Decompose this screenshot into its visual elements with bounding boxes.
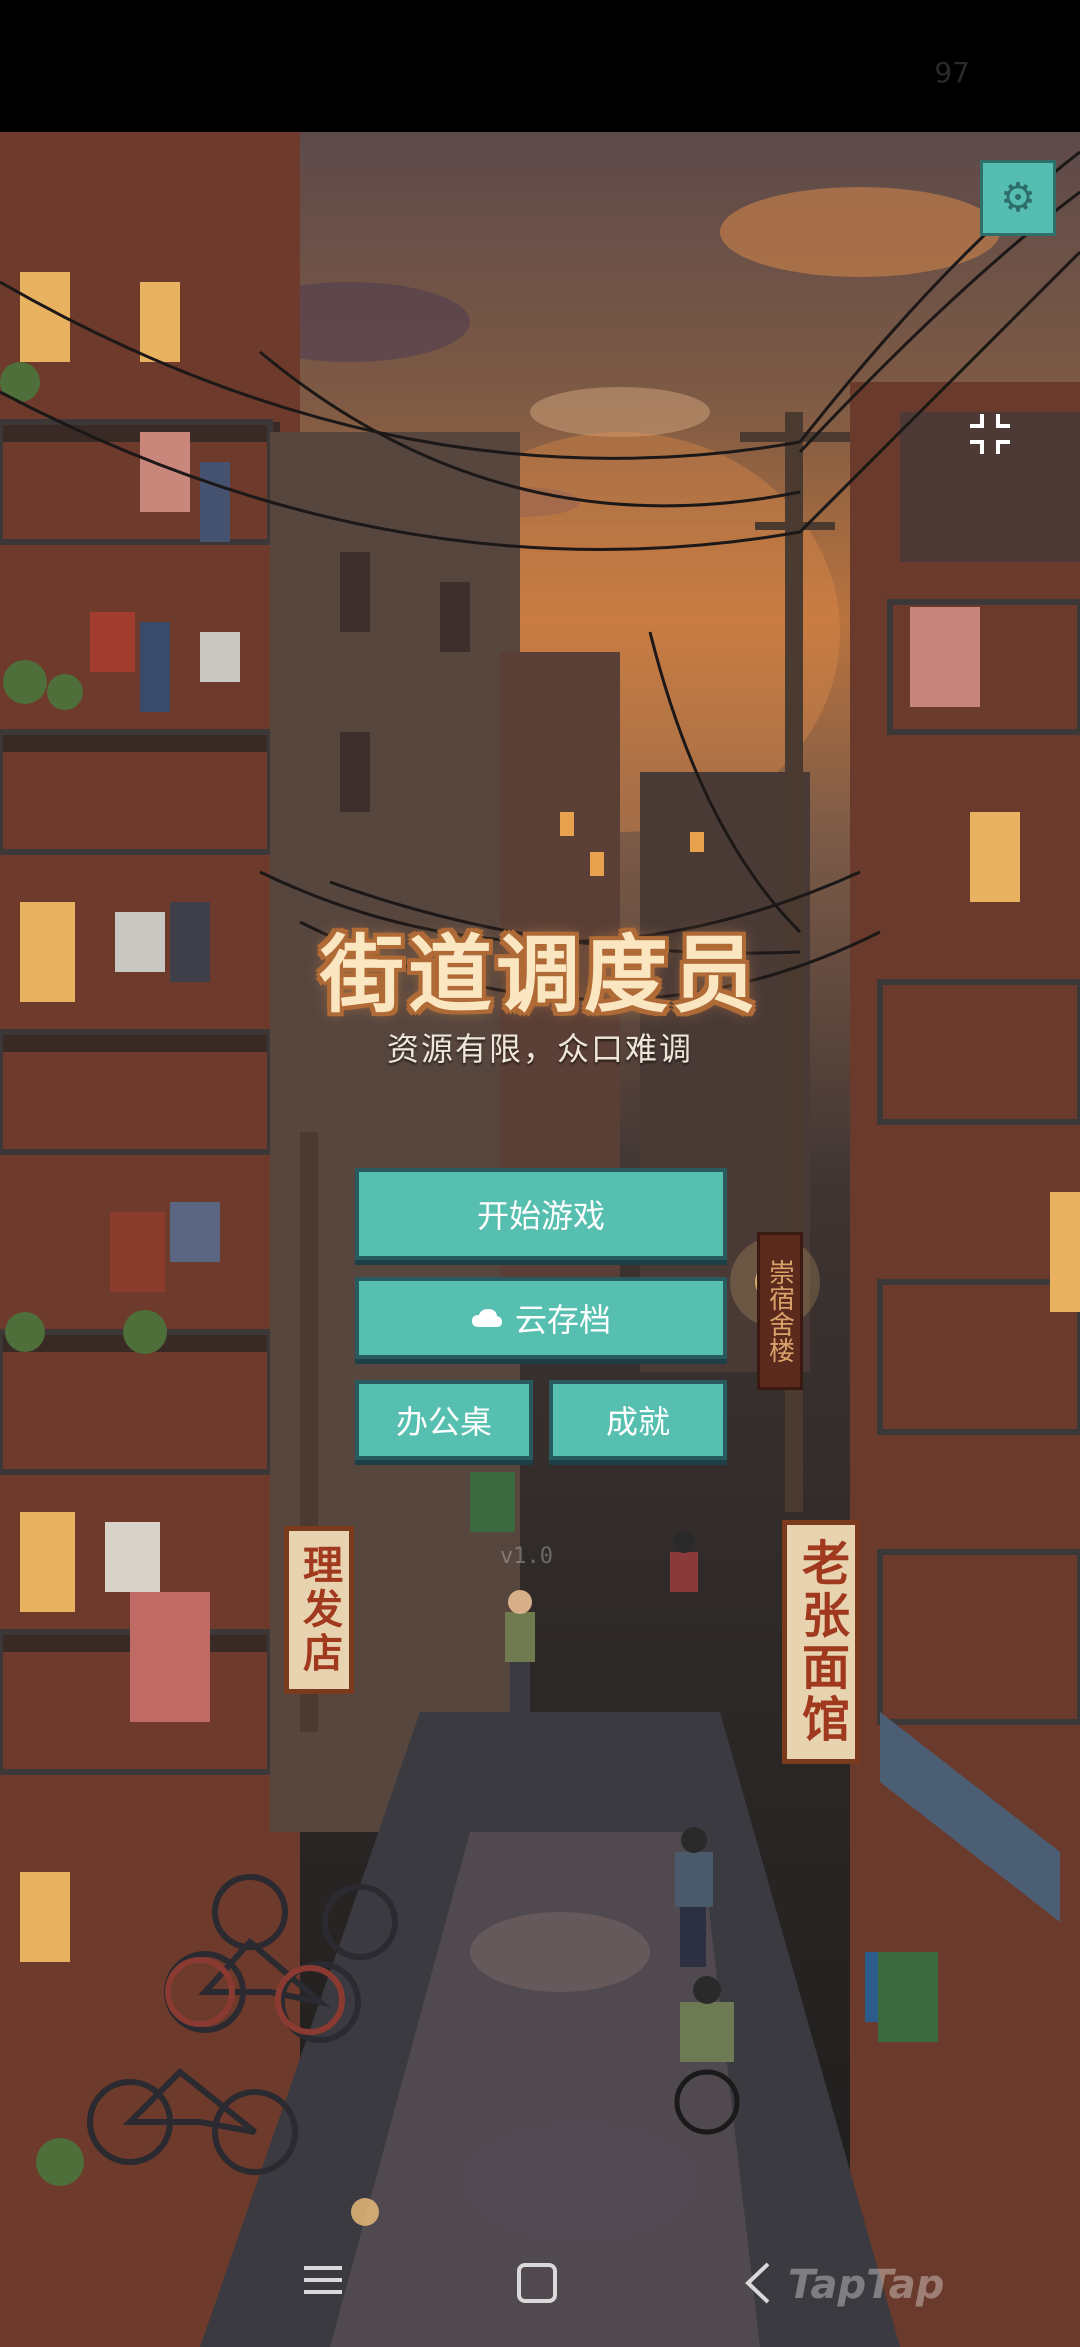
cloud-save-label: 云存档 (514, 1301, 611, 1339)
collapse-icon (970, 414, 1010, 454)
game-title: 街道调度员 (319, 926, 760, 1024)
version-label: v1.0 (500, 1544, 553, 1569)
office-desk-button[interactable]: 办公桌 (355, 1380, 533, 1460)
battery-level: 97 (934, 56, 970, 89)
cloud-icon (471, 1309, 502, 1327)
start-game-label: 开始游戏 (476, 1197, 605, 1235)
dorm-sign: 崇宿舍楼 (757, 1232, 803, 1390)
barber-sign: 理发店 (284, 1526, 354, 1694)
menu-icon[interactable] (300, 2260, 346, 2300)
status-bar: 97 (0, 0, 1080, 132)
taptap-watermark: TapTap (788, 2262, 945, 2308)
gear-icon: ⚙ (1000, 175, 1036, 221)
back-icon[interactable] (740, 2260, 776, 2306)
home-icon[interactable] (514, 2260, 560, 2306)
office-desk-label: 办公桌 (395, 1403, 492, 1441)
fullscreen-toggle[interactable] (968, 412, 1048, 492)
noodle-shop-sign: 老张面馆 (782, 1520, 860, 1764)
game-subtitle: 资源有限，众口难调 (386, 1030, 693, 1068)
cloud-save-button[interactable]: 云存档 (355, 1277, 727, 1359)
settings-button[interactable]: ⚙ (980, 160, 1056, 236)
start-game-button[interactable]: 开始游戏 (355, 1168, 727, 1260)
achievements-label: 成就 (605, 1403, 670, 1441)
achievements-button[interactable]: 成就 (549, 1380, 727, 1460)
